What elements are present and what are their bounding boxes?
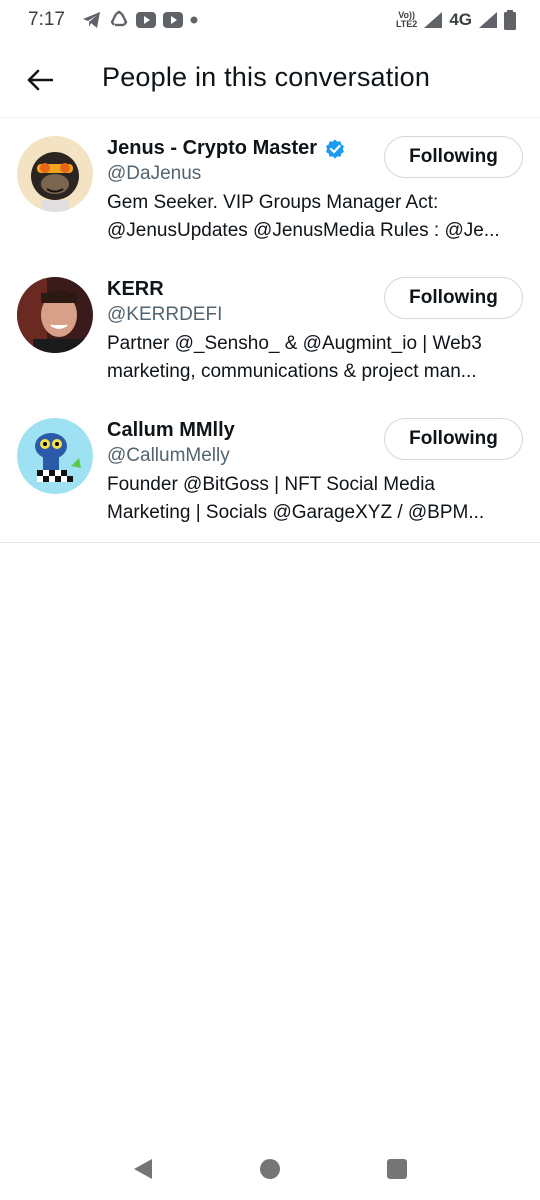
battery-icon — [504, 10, 516, 30]
person-name[interactable]: KERR — [107, 278, 164, 301]
avatar[interactable] — [17, 277, 93, 353]
person-name[interactable]: Jenus - Crypto Master — [107, 137, 345, 160]
bio-line: Founder @BitGoss | NFT Social Media — [107, 474, 435, 495]
following-button[interactable]: Following — [384, 277, 523, 319]
person-bio: Founder @BitGoss | NFT Social Media Mark… — [107, 471, 527, 527]
circle-home-icon — [259, 1159, 280, 1179]
following-button[interactable]: Following — [384, 136, 523, 178]
notification-dot-icon — [190, 16, 198, 24]
volte-bottom: LTE2 — [395, 19, 418, 29]
person-handle[interactable]: @CallumMelly — [107, 445, 230, 467]
person-name-text: KERR — [107, 278, 164, 300]
person-handle[interactable]: @DaJenus — [107, 163, 201, 185]
arrow-left-icon — [27, 69, 53, 91]
signal-icon — [424, 12, 443, 28]
person-name-text: Jenus - Crypto Master — [107, 137, 318, 159]
youtube-icon — [135, 12, 156, 28]
person-name-text: Callum MΜlly — [107, 419, 235, 441]
status-time: 7:17 — [28, 9, 65, 30]
recycle-icon — [109, 10, 129, 30]
status-bar-right: Vo)) LTE2 4G — [396, 10, 516, 30]
back-button[interactable] — [24, 64, 56, 96]
nav-recents-button[interactable] — [377, 1149, 417, 1189]
nav-home-button[interactable] — [250, 1149, 290, 1189]
person-handle[interactable]: @KERRDEFI — [107, 304, 222, 326]
verified-badge-icon — [326, 139, 345, 158]
screen: 7:17 Vo)) LTE2 4G People in this convers… — [0, 0, 540, 1200]
person-name[interactable]: Callum MΜlly — [107, 419, 235, 442]
avatar[interactable] — [17, 136, 93, 212]
list-item[interactable]: KERR @KERRDEFI Partner @_Sensho_ & @Augm… — [0, 260, 540, 401]
person-bio: Partner @_Sensho_ & @Augmint_io | Web3 m… — [107, 330, 527, 386]
signal-icon-2 — [479, 12, 497, 28]
people-list: Jenus - Crypto Master @DaJenus Gem Seeke… — [0, 119, 540, 543]
person-bio: Gem Seeker. VIP Groups Manager Act: @Jen… — [107, 189, 527, 245]
avatar[interactable] — [17, 418, 93, 494]
system-nav-bar — [0, 1138, 540, 1200]
bio-line: Partner @_Sensho_ & @Augmint_io | Web3 — [107, 333, 482, 354]
list-item[interactable]: Callum MΜlly @CallumMelly Founder @BitGo… — [0, 401, 540, 542]
nav-back-button[interactable] — [123, 1149, 163, 1189]
status-bar-left: 7:17 — [28, 9, 198, 31]
bio-line: marketing, communications & project man.… — [107, 361, 477, 382]
page-title: People in this conversation — [102, 62, 431, 92]
bio-line: @JenusUpdates @JenusMedia Rules : @Je... — [107, 220, 500, 241]
telegram-icon — [82, 11, 102, 29]
status-bar: 7:17 Vo)) LTE2 4G — [0, 0, 540, 40]
square-recents-icon — [386, 1159, 407, 1179]
bio-line: Marketing | Socials @GarageXYZ / @BPM... — [107, 502, 485, 523]
youtube-icon-2 — [162, 12, 183, 28]
triangle-back-icon — [134, 1159, 153, 1179]
bio-line: Gem Seeker. VIP Groups Manager Act: — [107, 192, 439, 213]
list-item[interactable]: Jenus - Crypto Master @DaJenus Gem Seeke… — [0, 119, 540, 260]
network-type: 4G — [449, 10, 472, 29]
following-button[interactable]: Following — [384, 418, 523, 460]
header: People in this conversation — [0, 40, 540, 118]
volte-indicator: Vo)) LTE2 — [396, 11, 417, 29]
